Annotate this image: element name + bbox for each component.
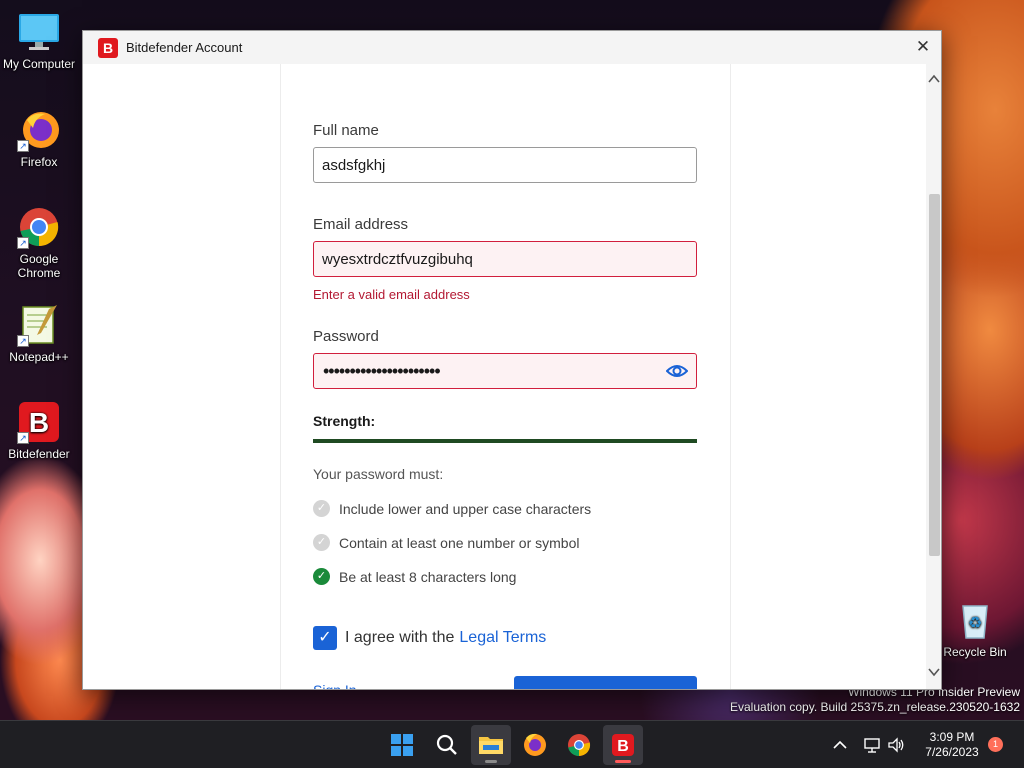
- window-title: Bitdefender Account: [126, 40, 243, 55]
- check-circle-icon: ✓: [313, 500, 330, 517]
- svg-text:♻: ♻: [968, 613, 982, 632]
- bitdefender-logo-icon: B: [98, 37, 118, 58]
- clock-time: 3:09 PM: [929, 730, 975, 744]
- chevron-up-icon: [833, 740, 847, 749]
- desktop-icon-google-chrome[interactable]: ↗ Google Chrome: [0, 205, 78, 280]
- scrollbar-thumb[interactable]: [929, 194, 940, 556]
- clock-date: 7/26/2023: [925, 745, 979, 759]
- chevron-down-icon[interactable]: [926, 667, 941, 683]
- full-name-input[interactable]: [313, 147, 697, 183]
- desktop-icon-label: Bitdefender: [8, 447, 70, 461]
- requirement-text: Be at least 8 characters long: [339, 568, 517, 585]
- bitdefender-account-window: B Bitdefender Account ✕ Full name Email …: [82, 30, 942, 690]
- network-icon: [864, 738, 880, 753]
- taskbar: B 3:09 PM 7/26/2023: [0, 720, 1024, 768]
- windows-logo-icon: [391, 734, 413, 756]
- desktop-icon-notepad-plus-plus[interactable]: ↗ Notepad++: [0, 303, 78, 364]
- password-label: Password: [313, 328, 379, 345]
- taskbar-bitdefender[interactable]: B: [603, 725, 643, 765]
- strength-label: Strength:: [313, 413, 376, 429]
- notepad-plus-plus-icon: ↗: [17, 303, 61, 347]
- requirements-heading: Your password must:: [313, 466, 444, 482]
- chrome-icon: [568, 734, 591, 757]
- start-button[interactable]: [382, 725, 422, 765]
- create-account-button[interactable]: CREATE ACCOUNT: [514, 676, 697, 689]
- taskbar-clock[interactable]: 3:09 PM 7/26/2023: [912, 730, 992, 760]
- shortcut-arrow-icon: ↗: [17, 432, 29, 444]
- running-indicator: [615, 760, 631, 763]
- show-hidden-icons-button[interactable]: [830, 735, 850, 755]
- search-button[interactable]: [427, 725, 467, 765]
- full-name-label: Full name: [313, 122, 379, 139]
- network-button[interactable]: [862, 735, 882, 755]
- svg-text:B: B: [29, 407, 49, 438]
- notification-badge[interactable]: 1: [988, 737, 1003, 752]
- bitdefender-icon: B: [612, 734, 634, 756]
- window-titlebar[interactable]: B Bitdefender Account ✕: [83, 31, 941, 64]
- email-error-message: Enter a valid email address: [313, 287, 470, 302]
- vertical-scrollbar[interactable]: [926, 64, 941, 689]
- desktop-icon-recycle-bin[interactable]: ♻ Recycle Bin: [936, 598, 1014, 659]
- os-watermark-line2: Evaluation copy. Build 25375.zn_release.…: [730, 700, 1020, 714]
- close-button[interactable]: ✕: [911, 36, 935, 58]
- chrome-icon: ↗: [17, 205, 61, 249]
- requirement-item: ✓ Contain at least one number or symbol: [313, 534, 579, 551]
- sign-in-link[interactable]: Sign In: [313, 682, 357, 689]
- window-content: Full name Email address Enter a valid em…: [83, 64, 926, 689]
- desktop-icon-label: Recycle Bin: [943, 645, 1007, 659]
- check-circle-icon: ✓: [313, 534, 330, 551]
- monitor-icon: [17, 10, 61, 54]
- volume-button[interactable]: [886, 735, 906, 755]
- shortcut-arrow-icon: ↗: [17, 335, 29, 347]
- search-icon: [436, 734, 457, 755]
- firefox-icon: ↗: [17, 108, 61, 152]
- terms-text: I agree with the: [345, 629, 455, 646]
- shortcut-arrow-icon: ↗: [17, 237, 29, 249]
- desktop-icon-my-computer[interactable]: My Computer: [0, 10, 78, 71]
- password-strength-fill: [313, 439, 697, 443]
- folder-icon: [479, 737, 503, 754]
- taskbar-chrome[interactable]: [559, 725, 599, 765]
- password-strength-meter: [313, 439, 697, 443]
- taskbar-file-explorer[interactable]: [471, 725, 511, 765]
- shortcut-arrow-icon: ↗: [17, 140, 29, 152]
- create-account-form: Full name Email address Enter a valid em…: [280, 64, 731, 689]
- email-input[interactable]: [313, 241, 697, 277]
- svg-text:B: B: [617, 738, 629, 755]
- terms-checkbox[interactable]: ✓: [313, 626, 337, 650]
- desktop-icon-label: Google Chrome: [17, 252, 61, 280]
- recycle-bin-icon: ♻: [953, 598, 997, 642]
- eye-icon[interactable]: [665, 362, 689, 380]
- requirement-text: Include lower and upper case characters: [339, 500, 592, 517]
- running-indicator: [485, 760, 497, 763]
- firefox-icon: [524, 733, 546, 756]
- desktop-icon-label: Firefox: [20, 155, 58, 169]
- desktop-icon-firefox[interactable]: ↗ Firefox: [0, 108, 78, 169]
- desktop-icon-label: My Computer: [2, 57, 76, 71]
- check-circle-icon: ✓: [313, 568, 330, 585]
- requirement-item: ✓ Be at least 8 characters long: [313, 568, 516, 585]
- desktop-icon-bitdefender[interactable]: B ↗ Bitdefender: [0, 400, 78, 461]
- requirement-text: Contain at least one number or symbol: [339, 534, 580, 551]
- legal-terms-link[interactable]: Legal Terms: [459, 629, 546, 647]
- bitdefender-icon: B ↗: [17, 400, 61, 444]
- terms-agreement-row: ✓ I agree with the Legal Terms: [313, 626, 546, 650]
- password-input[interactable]: ••••••••••••••••••••••: [313, 353, 697, 389]
- chevron-up-icon[interactable]: [926, 74, 941, 90]
- speaker-icon: [888, 737, 904, 753]
- requirement-item: ✓ Include lower and upper case character…: [313, 500, 591, 517]
- desktop-icon-label: Notepad++: [9, 350, 69, 364]
- taskbar-firefox[interactable]: [515, 725, 555, 765]
- email-label: Email address: [313, 216, 409, 233]
- password-masked-value: ••••••••••••••••••••••: [323, 361, 441, 381]
